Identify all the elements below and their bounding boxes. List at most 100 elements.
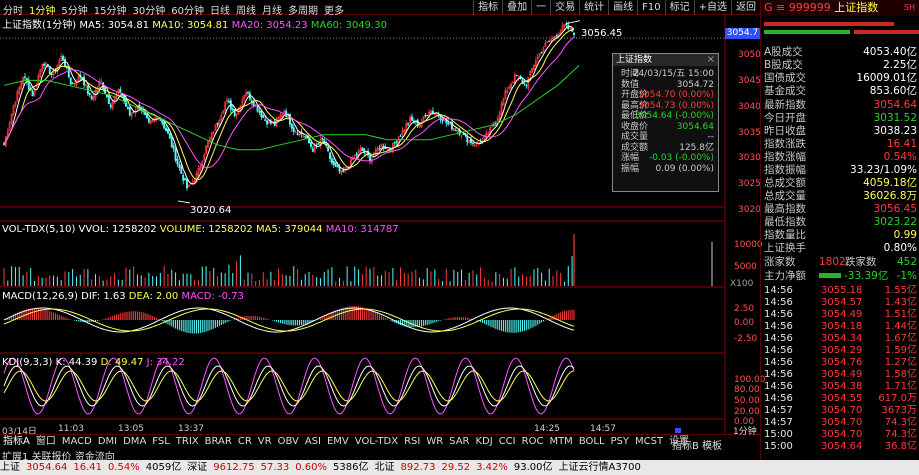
stat-label: 最新指数 bbox=[764, 99, 806, 111]
indicator-tab[interactable]: ROC bbox=[519, 435, 547, 448]
candle-body bbox=[186, 178, 188, 189]
tick-time: 14:56 bbox=[764, 321, 793, 332]
stat-row: 总成交量 36026.8万 bbox=[761, 190, 919, 202]
candle-body bbox=[163, 121, 166, 129]
close-icon[interactable]: × bbox=[707, 54, 715, 65]
ma5-line bbox=[3, 25, 575, 185]
bottom-right-tabs: 指标B 模板 bbox=[672, 437, 722, 452]
indicator-tab[interactable]: 指标A bbox=[0, 435, 33, 448]
candle-body bbox=[147, 118, 150, 123]
scroll-thumb[interactable] bbox=[675, 428, 681, 433]
candle-body bbox=[31, 91, 34, 97]
indicator-tab[interactable]: ASI bbox=[302, 435, 324, 448]
low-label: 3020.64 bbox=[190, 205, 232, 216]
indicator-tab[interactable]: MCST bbox=[632, 435, 666, 448]
indicator-tab[interactable]: RSI bbox=[401, 435, 423, 448]
volume-row: 国债成交 16009.01亿 bbox=[761, 72, 919, 84]
indicator-b-tab[interactable]: 指标B bbox=[672, 441, 699, 452]
tick-row: 14:56 3054.57 1.43亿 bbox=[761, 297, 919, 308]
candle-body bbox=[69, 77, 72, 85]
vol-ma10: MA10: 314787 bbox=[325, 224, 399, 235]
indicator-tab[interactable]: KDJ bbox=[472, 435, 495, 448]
tick-time: 14:57 bbox=[764, 417, 793, 428]
template-tab[interactable]: 模板 bbox=[702, 441, 722, 452]
indicator-tab[interactable]: WR bbox=[423, 435, 446, 448]
candle-body bbox=[515, 74, 518, 77]
indicator-tab[interactable]: 窗口 bbox=[33, 435, 59, 448]
indicator-tab[interactable]: OBV bbox=[275, 435, 302, 448]
candle-body bbox=[107, 94, 110, 105]
stat-label: 上证换手 bbox=[764, 242, 806, 254]
volume-label: A股成交 bbox=[764, 46, 803, 58]
status-item: 深证 bbox=[187, 462, 208, 473]
candle-body bbox=[555, 35, 558, 37]
status-item: 北证 bbox=[374, 462, 395, 473]
indicator-tab[interactable]: MTM bbox=[546, 435, 575, 448]
toolbar-button[interactable]: 标记 bbox=[664, 0, 694, 15]
tick-amount: 1.43亿 bbox=[884, 297, 917, 308]
tick-amount: 74.3亿 bbox=[884, 417, 917, 428]
toolbar-button[interactable]: 交易 bbox=[550, 0, 579, 15]
indicator-tab[interactable]: TRIX bbox=[173, 435, 202, 448]
popup-value: 3054.72 bbox=[676, 79, 714, 90]
toolbar-button[interactable]: 统计 bbox=[579, 0, 608, 15]
toolbar-button[interactable]: 一 bbox=[531, 0, 550, 15]
toolbar-button[interactable]: 指标 bbox=[473, 0, 502, 15]
price-tick: 3030 bbox=[738, 153, 761, 164]
toolbar-button[interactable]: +自选 bbox=[693, 0, 731, 15]
candle-body bbox=[378, 148, 381, 150]
indicator-tab[interactable]: CR bbox=[235, 435, 255, 448]
indicator-tab[interactable]: DMA bbox=[120, 435, 149, 448]
candle-body bbox=[548, 40, 551, 42]
toolbar-button[interactable]: 叠加 bbox=[502, 0, 531, 15]
candle-body bbox=[258, 111, 261, 113]
macd-dea: DEA: 2.00 bbox=[128, 291, 179, 302]
indicator-tab[interactable]: BRAR bbox=[202, 435, 235, 448]
stat-row: 上证换手 0.80% bbox=[761, 242, 919, 254]
stat-value: 3031.52 bbox=[873, 112, 917, 124]
indicator-tab[interactable]: DMI bbox=[95, 435, 120, 448]
indicator-tab[interactable]: VOL-TDX bbox=[352, 435, 401, 448]
stat-label: 指数涨跌 bbox=[764, 138, 806, 150]
tick-amount: 1.67亿 bbox=[884, 333, 917, 344]
tick-time: 14:56 bbox=[764, 297, 793, 308]
stat-label: 今日开盘 bbox=[764, 112, 806, 124]
indicator-tab[interactable]: PSY bbox=[608, 435, 633, 448]
stat-label: 指数涨幅 bbox=[764, 151, 806, 163]
candle-body bbox=[426, 114, 429, 117]
stock-name: 上证指数 bbox=[834, 1, 879, 14]
indicator-tick: 80.00 bbox=[734, 385, 760, 395]
volume-value: VOLUME: 1258202 bbox=[159, 224, 253, 235]
candle-body bbox=[336, 165, 339, 168]
tick-row: 14:56 3054.49 1.51亿 bbox=[761, 309, 919, 320]
toolbar-button[interactable]: F10 bbox=[637, 0, 664, 15]
indicator-tab[interactable]: CCI bbox=[496, 435, 519, 448]
flow-label: 主力净额 bbox=[764, 270, 806, 282]
indicator-tab[interactable]: SAR bbox=[446, 435, 472, 448]
tick-time: 14:56 bbox=[764, 357, 793, 368]
indicator-tab[interactable]: MACD bbox=[59, 435, 95, 448]
tick-row: 14:56 3055.18 1.55亿 bbox=[761, 285, 919, 296]
candle-body bbox=[166, 129, 169, 134]
toolbar-button[interactable]: 画线 bbox=[608, 0, 637, 15]
indicator-tab[interactable]: VR bbox=[255, 435, 275, 448]
tick-amount: 3673万 bbox=[881, 405, 917, 416]
tick-amount: 1.58亿 bbox=[884, 369, 917, 380]
indicator-tab[interactable]: BOLL bbox=[576, 435, 608, 448]
candle-body bbox=[88, 93, 91, 96]
toolbar-button[interactable]: 返回 bbox=[731, 0, 760, 15]
indicator-tab[interactable]: FSL bbox=[149, 435, 173, 448]
bar-mid bbox=[764, 30, 850, 34]
macd-caption: MACD(12,26,9) DIF: 1.63 DEA: 2.00 MACD: … bbox=[2, 291, 244, 302]
status-item: 3.42% bbox=[476, 462, 508, 473]
time-tick: 13:05 bbox=[118, 424, 144, 434]
tick-amount: 617.0万 bbox=[878, 393, 917, 404]
tick-row: 14:56 3054.34 1.67亿 bbox=[761, 333, 919, 344]
popup-key: 数值 bbox=[621, 79, 640, 90]
stat-row: 总成交额 4059.18亿 bbox=[761, 177, 919, 189]
price-tick: 3025 bbox=[738, 179, 761, 190]
indicator-tab[interactable]: EMV bbox=[324, 435, 352, 448]
candle-body bbox=[355, 153, 358, 156]
period-select[interactable]: 1分钟 bbox=[733, 424, 757, 437]
down-count: 452 bbox=[896, 256, 917, 268]
